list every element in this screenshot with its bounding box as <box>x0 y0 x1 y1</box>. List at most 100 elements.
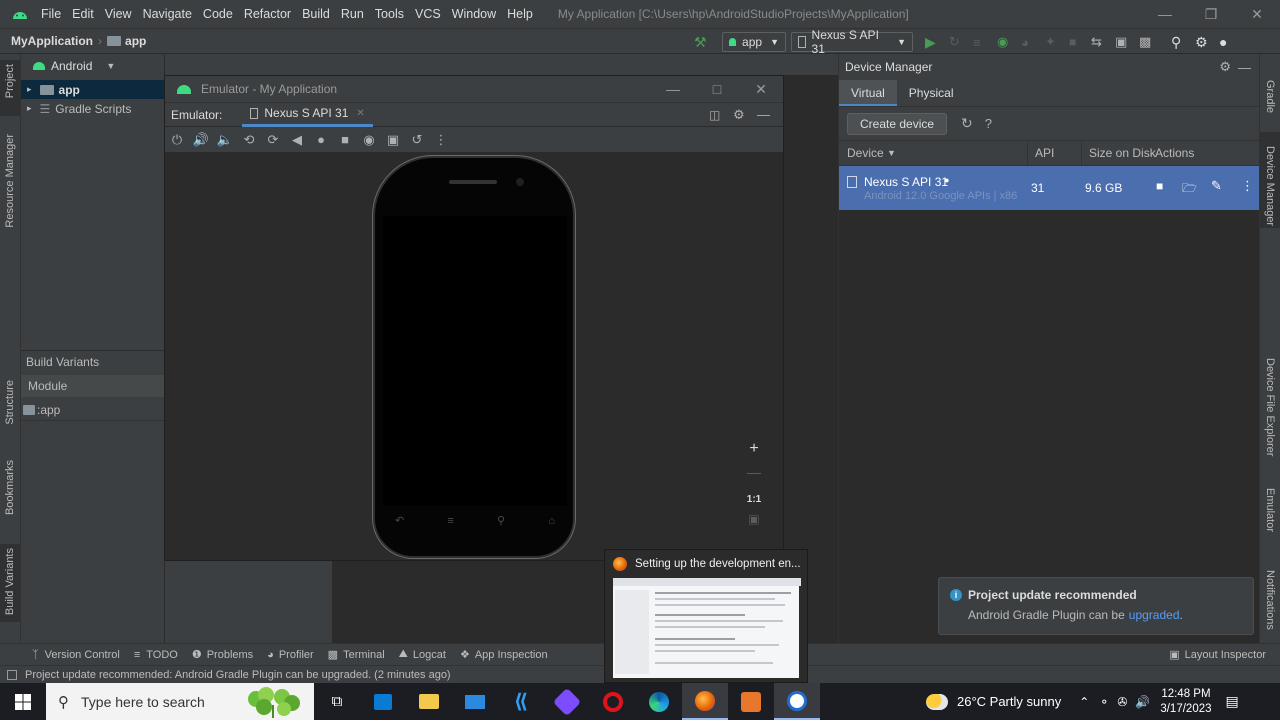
tray-overflow-icon[interactable]: ⌃ <box>1079 695 1089 709</box>
tab-nexus-s-api-31[interactable]: Nexus S API 31 ✕ <box>242 103 373 127</box>
tab-project[interactable]: Project <box>4 64 16 98</box>
search-icon[interactable]: ⚲ <box>1171 34 1195 51</box>
record-icon[interactable]: ▣ <box>381 132 405 148</box>
device-screen[interactable] <box>383 216 567 506</box>
volume-up-icon[interactable]: 🔊 <box>189 132 213 148</box>
minimize-icon[interactable]: — <box>1142 6 1188 22</box>
module-column-header[interactable]: Module <box>21 375 164 397</box>
profile-icon[interactable]: ◕ <box>1021 35 1045 50</box>
emulator-close-icon[interactable]: ✕ <box>739 81 783 98</box>
restore-icon[interactable]: ◫ <box>709 108 733 122</box>
more-icon[interactable]: ⋮ <box>429 132 453 148</box>
menu-navigate[interactable]: Navigate <box>143 7 192 21</box>
avd-manager-icon[interactable]: ▣ <box>1115 34 1139 50</box>
weather-text[interactable]: 26°C Partly sunny <box>957 694 1061 709</box>
taskbar-android-studio[interactable] <box>774 683 820 720</box>
zoom-in-icon[interactable]: + <box>739 440 769 464</box>
tab-bookmarks[interactable]: Bookmarks <box>4 460 16 515</box>
tab-emulator[interactable]: Emulator <box>1264 488 1276 532</box>
meet-now-icon[interactable]: ⚬ <box>1099 695 1109 709</box>
stop-icon[interactable]: ■ <box>1069 35 1091 49</box>
tool-layout-inspector[interactable]: ▣ Layout Inspector <box>1169 648 1266 662</box>
tab-notifications[interactable]: Notifications <box>1264 570 1276 630</box>
device-search-icon[interactable]: ⚲ <box>497 514 505 527</box>
tab-build-variants[interactable]: Build Variants <box>4 548 16 615</box>
build-hammer-icon[interactable]: ⚒ <box>694 34 716 51</box>
device-back-icon[interactable]: ↶ <box>395 514 404 527</box>
close-icon[interactable]: ✕ <box>1234 6 1280 23</box>
stop-device-icon[interactable]: ■ <box>1156 179 1163 193</box>
action-center-icon[interactable]: ▤ <box>1226 693 1239 710</box>
device-home-icon[interactable]: ⌂ <box>548 515 555 527</box>
taskbar-app-purple[interactable] <box>544 683 590 720</box>
rotate-left-icon[interactable]: ⟲ <box>237 132 261 148</box>
volume-down-icon[interactable]: 🔈 <box>213 132 237 148</box>
tool-logcat[interactable]: ⛰ Logcat <box>399 648 446 661</box>
project-view-select[interactable]: Android <box>51 59 92 73</box>
module-row[interactable]: :app <box>21 399 164 421</box>
taskbar-app-orange[interactable] <box>728 683 774 720</box>
zoom-actual-size[interactable]: 1:1 <box>739 488 769 512</box>
taskbar-opera[interactable] <box>590 683 636 720</box>
device-select[interactable]: Nexus S API 31 ▼ <box>791 28 913 56</box>
help-icon[interactable]: ? <box>985 116 992 131</box>
power-icon[interactable]: ⏻ <box>165 132 189 148</box>
menu-file[interactable]: File <box>41 7 61 21</box>
hide-icon[interactable]: — <box>757 107 777 122</box>
settings-icon[interactable]: ⚙ <box>1219 59 1231 75</box>
network-icon[interactable]: ✇ <box>1117 695 1127 709</box>
column-size-on-disk[interactable]: Size on Disk <box>1089 146 1156 160</box>
more-actions-icon[interactable]: ⋮ <box>1241 178 1254 194</box>
column-actions[interactable]: Actions <box>1155 146 1194 160</box>
sync-gradle-icon[interactable]: ⇆ <box>1091 34 1115 50</box>
taskbar-mail[interactable] <box>452 683 498 720</box>
tab-virtual[interactable]: Virtual <box>839 80 897 106</box>
tab-structure[interactable]: Structure <box>4 380 16 425</box>
chevron-down-icon[interactable]: ▼ <box>106 61 115 71</box>
run-icon[interactable]: ▶ <box>925 34 949 51</box>
tool-profiler[interactable]: ◕ Profiler <box>267 649 314 661</box>
menu-code[interactable]: Code <box>203 7 233 21</box>
menu-refactor[interactable]: Refactor <box>244 7 291 21</box>
emulator-minimize-icon[interactable]: — <box>651 81 695 97</box>
menu-tools[interactable]: Tools <box>375 7 404 21</box>
settings-icon[interactable]: ⚙ <box>1195 34 1219 51</box>
menu-view[interactable]: View <box>105 7 132 21</box>
volume-icon[interactable]: 🔊 <box>1135 695 1150 709</box>
taskbar-vscode[interactable]: ⟪ <box>498 683 544 720</box>
debug-icon[interactable]: ◉ <box>997 34 1021 50</box>
taskbar-thumbnail-preview[interactable]: Setting up the development en... <box>604 549 808 683</box>
weather-icon[interactable] <box>926 693 948 710</box>
breadcrumb-project[interactable]: MyApplication <box>11 34 93 48</box>
status-message[interactable]: Project update recommended: Android Grad… <box>25 669 451 681</box>
tab-resource-manager[interactable]: Resource Manager <box>4 134 16 228</box>
apply-changes-icon[interactable]: ↻ <box>949 34 973 50</box>
tab-physical[interactable]: Physical <box>897 80 966 106</box>
account-icon[interactable]: ● <box>1219 34 1241 50</box>
rotate-right-icon[interactable]: ⟳ <box>261 132 285 148</box>
overview-icon[interactable]: ■ <box>333 132 357 147</box>
menu-edit[interactable]: Edit <box>72 7 94 21</box>
clock[interactable]: 12:48 PM 3/17/2023 <box>1160 687 1211 717</box>
breadcrumb-module[interactable]: app <box>125 34 146 48</box>
taskbar-search-box[interactable]: ⚲ Type here to search <box>46 683 314 720</box>
attach-debugger-icon[interactable]: ✦ <box>1045 34 1069 50</box>
create-device-button[interactable]: Create device <box>847 112 948 135</box>
tool-todo[interactable]: ≡ TODO <box>134 649 178 661</box>
tree-item-app[interactable]: ▸ app <box>21 80 164 99</box>
tool-version-control[interactable]: ᛉ Version Control <box>32 649 120 661</box>
apply-code-changes-icon[interactable]: ≡ <box>973 35 997 50</box>
tab-device-manager[interactable]: Device Manager <box>1264 146 1276 226</box>
menu-build[interactable]: Build <box>302 7 330 21</box>
zoom-out-icon[interactable]: — <box>739 464 769 488</box>
menu-vcs[interactable]: VCS <box>415 7 441 21</box>
column-device[interactable]: Device <box>847 146 884 160</box>
tool-problems[interactable]: ❶ Problems <box>192 648 253 662</box>
hide-icon[interactable]: — <box>1238 60 1251 75</box>
chevron-right-icon[interactable]: ▸ <box>27 103 32 114</box>
tree-item-gradle-scripts[interactable]: ▸ ☰ Gradle Scripts <box>21 99 164 118</box>
task-view-button[interactable]: ⧉ <box>314 683 360 720</box>
zoom-fit-icon[interactable]: ▣ <box>739 512 769 536</box>
sort-descending-icon[interactable]: ▼ <box>887 148 896 158</box>
menu-help[interactable]: Help <box>507 7 533 21</box>
